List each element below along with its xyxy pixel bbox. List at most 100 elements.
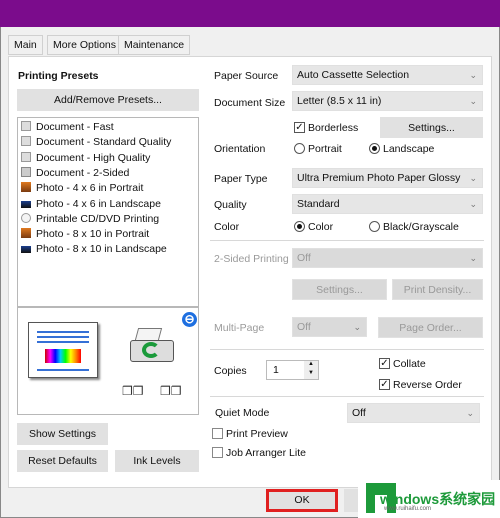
chevron-down-icon: ⌄: [469, 70, 477, 80]
preset-item[interactable]: Printable CD/DVD Printing: [21, 212, 160, 225]
preset-label: Document - Standard Quality: [36, 136, 172, 149]
select-value: Auto Cassette Selection: [297, 69, 410, 81]
copies-stepper[interactable]: 1 ▲ ▼: [266, 360, 319, 380]
document-size-label: Document Size: [214, 97, 286, 109]
collate-label: Collate: [393, 358, 426, 370]
print-preview-checkbox[interactable]: [212, 428, 223, 439]
multi-page-label: Multi-Page: [214, 322, 265, 334]
preset-label: Photo - 4 x 6 in Landscape: [36, 197, 161, 210]
select-value: Off: [297, 321, 311, 333]
quality-select[interactable]: Standard ⌄: [292, 194, 483, 214]
preset-item[interactable]: Photo - 8 x 10 in Portrait: [21, 228, 149, 240]
select-value: Letter (8.5 x 11 in): [297, 95, 382, 107]
cd-icon: [21, 212, 31, 223]
reverse-pages-icon: ❒❒: [160, 384, 182, 398]
document-icon: [21, 121, 31, 131]
two-sided-settings-button[interactable]: Settings...: [292, 279, 387, 300]
select-value: Standard: [297, 198, 340, 210]
info-icon[interactable]: ⊖: [182, 312, 197, 327]
grayscale-label: Black/Grayscale: [383, 221, 459, 233]
portrait-label: Portrait: [308, 143, 342, 155]
preset-item[interactable]: Document - Fast: [21, 121, 114, 133]
print-preview-label: Print Preview: [226, 428, 288, 440]
preset-label: Photo - 8 x 10 in Landscape: [36, 243, 167, 256]
tab-label: More Options: [53, 39, 117, 51]
chevron-down-icon: ⌄: [353, 322, 361, 332]
divider: [210, 240, 484, 241]
photo-landscape-icon: [21, 246, 31, 254]
preset-item[interactable]: Document - Standard Quality: [21, 136, 171, 148]
paper-type-label: Paper Type: [214, 173, 268, 185]
print-density-button[interactable]: Print Density...: [392, 279, 483, 300]
presets-list[interactable]: Document - Fast Document - Standard Quali…: [17, 117, 199, 307]
landscape-radio[interactable]: [369, 143, 380, 154]
chevron-down-icon: ⌄: [469, 96, 477, 106]
select-value: Off: [297, 252, 311, 264]
collate-checkbox[interactable]: ✓: [379, 358, 390, 369]
preset-item[interactable]: Photo - 4 x 6 in Portrait: [21, 182, 143, 194]
select-value: Off: [352, 407, 366, 419]
preset-label: Photo - 8 x 10 in Portrait: [36, 228, 150, 241]
title-bar: [0, 0, 500, 27]
watermark-logo: windows系统家园 www.ruihaifu.com: [358, 480, 500, 518]
two-sided-label: 2-Sided Printing: [214, 253, 289, 265]
print-preview-area: ⊖ ❒❒ ❒❒: [17, 307, 199, 415]
document-size-select[interactable]: Letter (8.5 x 11 in) ⌄: [292, 91, 483, 111]
chevron-down-icon: ⌄: [469, 253, 477, 263]
multi-page-select[interactable]: Off ⌄: [292, 317, 367, 337]
borderless-settings-button[interactable]: Settings...: [380, 117, 483, 138]
paper-source-select[interactable]: Auto Cassette Selection ⌄: [292, 65, 483, 85]
reset-defaults-button[interactable]: Reset Defaults: [17, 450, 108, 472]
quiet-mode-select[interactable]: Off ⌄: [347, 403, 480, 423]
divider: [210, 349, 484, 350]
landscape-label: Landscape: [383, 143, 435, 155]
color-label: Color: [214, 221, 240, 233]
select-value: Ultra Premium Photo Paper Glossy: [297, 172, 461, 184]
color-option-label: Color: [308, 221, 334, 233]
photo-portrait-icon: [21, 182, 31, 193]
preset-label: Document - Fast: [36, 121, 114, 133]
tab-main[interactable]: Main: [8, 35, 43, 55]
presets-title: Printing Presets: [18, 70, 99, 82]
grayscale-radio[interactable]: [369, 221, 380, 232]
tab-more-options[interactable]: More Options: [47, 35, 123, 55]
ink-levels-button[interactable]: Ink Levels: [115, 450, 199, 472]
tab-label: Maintenance: [124, 39, 185, 51]
reverse-order-checkbox[interactable]: ✓: [379, 379, 390, 390]
tab-maintenance[interactable]: Maintenance: [118, 35, 191, 55]
document-2sided-icon: [21, 166, 31, 177]
tab-label: Main: [14, 39, 37, 51]
photo-portrait-icon: [21, 228, 31, 239]
quality-label: Quality: [214, 199, 247, 211]
add-remove-presets-button[interactable]: Add/Remove Presets...: [17, 89, 199, 111]
paper-source-label: Paper Source: [214, 70, 279, 82]
job-arranger-checkbox[interactable]: [212, 447, 223, 458]
preset-label: Printable CD/DVD Printing: [36, 212, 160, 225]
increment-icon[interactable]: ▲: [304, 361, 318, 370]
document-icon: [21, 151, 31, 162]
portrait-radio[interactable]: [294, 143, 305, 154]
reverse-order-label: Reverse Order: [393, 379, 462, 391]
color-radio[interactable]: [294, 221, 305, 232]
borderless-checkbox[interactable]: ✓: [294, 122, 305, 133]
ok-button[interactable]: OK: [266, 489, 338, 512]
preset-item[interactable]: Document - 2-Sided: [21, 166, 130, 179]
show-settings-button[interactable]: Show Settings: [17, 423, 108, 445]
divider: [210, 396, 484, 397]
decrement-icon[interactable]: ▼: [304, 370, 318, 379]
copies-label: Copies: [214, 365, 247, 377]
preset-label: Photo - 4 x 6 in Portrait: [36, 182, 144, 195]
preset-item[interactable]: Photo - 8 x 10 in Landscape: [21, 243, 167, 255]
preset-item[interactable]: Photo - 4 x 6 in Landscape: [21, 198, 161, 210]
chevron-down-icon: ⌄: [469, 199, 477, 209]
preset-label: Document - 2-Sided: [36, 166, 130, 179]
chevron-down-icon: ⌄: [469, 173, 477, 183]
paper-type-select[interactable]: Ultra Premium Photo Paper Glossy ⌄: [292, 168, 483, 188]
two-sided-select[interactable]: Off ⌄: [292, 248, 483, 268]
preset-item[interactable]: Document - High Quality: [21, 151, 151, 164]
document-icon: [21, 136, 31, 147]
watermark-url: www.ruihaifu.com: [384, 506, 432, 512]
borderless-label: Borderless: [308, 122, 359, 134]
preset-label: Document - High Quality: [36, 151, 151, 164]
page-order-button[interactable]: Page Order...: [378, 317, 483, 338]
